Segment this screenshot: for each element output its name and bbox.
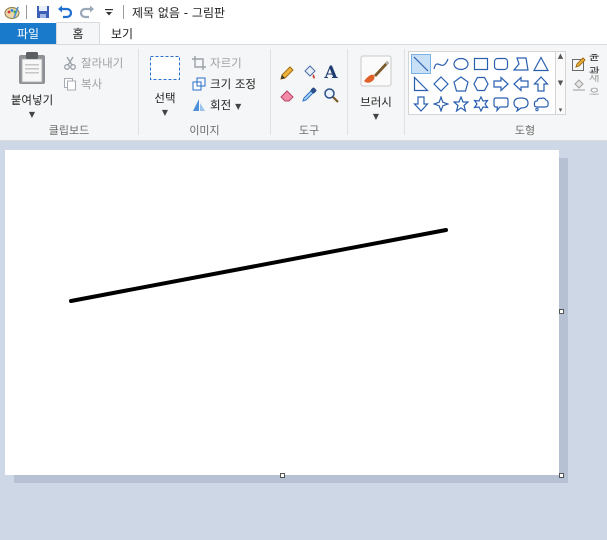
canvas-drawing	[69, 228, 448, 303]
image-group-label: 이미지	[189, 124, 220, 137]
resize-handle-corner[interactable]	[559, 473, 564, 478]
canvas-workspace	[0, 141, 607, 540]
pentagon-shape-icon[interactable]	[451, 74, 471, 94]
redo-icon[interactable]	[77, 2, 97, 22]
text-tool-icon[interactable]: A	[321, 63, 341, 83]
hexagon-shape-icon[interactable]	[471, 74, 491, 94]
chevron-down-icon: ▼	[372, 112, 380, 121]
outline-label: 윤곽	[589, 54, 600, 74]
quick-access-toolbar	[0, 0, 128, 24]
crop-icon	[191, 55, 207, 71]
fill-bucket-icon[interactable]	[299, 63, 319, 83]
gallery-expand-icon[interactable]: ▾	[559, 106, 563, 114]
tools-group: A 도구	[271, 45, 347, 141]
drawing-canvas[interactable]	[5, 150, 559, 475]
copy-label: 복사	[81, 77, 103, 91]
rounded-callout-icon[interactable]	[491, 94, 511, 114]
copy-button[interactable]: 복사	[62, 74, 102, 94]
rotate-button[interactable]: 회전 ▼	[191, 95, 241, 115]
brush-icon	[360, 55, 392, 90]
right-triangle-shape-icon[interactable]	[411, 74, 431, 94]
magnifier-icon[interactable]	[321, 85, 341, 105]
up-arrow-shape-icon[interactable]	[531, 74, 551, 94]
cloud-callout-icon[interactable]	[531, 94, 551, 114]
triangle-shape-icon[interactable]	[531, 54, 551, 74]
resize-handle-bottom[interactable]	[280, 473, 285, 478]
rotate-icon	[191, 97, 207, 113]
scroll-up-icon[interactable]: ▲	[558, 52, 563, 60]
fill-button[interactable]: 채우	[572, 75, 607, 95]
cut-label: 잘라내기	[81, 56, 124, 70]
resize-icon	[191, 76, 207, 92]
select-label: 선택	[154, 91, 176, 105]
four-point-star-icon[interactable]	[431, 94, 451, 114]
ribbon-tabs: 파일 홈 보기	[0, 22, 607, 45]
divider	[123, 5, 124, 19]
undo-icon[interactable]	[55, 2, 75, 22]
fill-label: 채우	[589, 75, 600, 95]
curve-shape-icon[interactable]	[431, 54, 451, 74]
brushes-label: 브러시	[360, 95, 392, 109]
clipboard-group: 붙여넣기 ▼ 잘라내기 복사 클립보드	[0, 45, 138, 141]
line-shape-icon[interactable]	[411, 54, 431, 74]
oval-callout-icon[interactable]	[511, 94, 531, 114]
paste-button[interactable]: 붙여넣기 ▼	[6, 51, 58, 119]
selection-icon	[149, 55, 181, 84]
tab-file[interactable]: 파일	[0, 23, 56, 44]
gallery-scrollbar[interactable]: ▲ ▼ ▾	[555, 52, 565, 114]
crop-label: 자르기	[210, 56, 242, 70]
chevron-down-icon: ▼	[235, 101, 242, 111]
brushes-button[interactable]: 브러시 ▼	[356, 55, 396, 121]
oval-shape-icon[interactable]	[451, 54, 471, 74]
rounded-rectangle-shape-icon[interactable]	[491, 54, 511, 74]
paste-label: 붙여넣기	[10, 93, 54, 107]
chevron-down-icon: ▼	[28, 110, 36, 119]
pencil-icon[interactable]	[277, 63, 297, 83]
drawn-line	[69, 228, 448, 303]
brushes-group: 브러시 ▼	[348, 45, 404, 141]
color-picker-icon[interactable]	[299, 85, 319, 105]
ribbon: 붙여넣기 ▼ 잘라내기 복사 클립보드 선택 ▼ 자르기 크기 조정 회전 ▼ …	[0, 45, 607, 141]
window-title: 제목 없음 - 그림판	[132, 5, 226, 20]
tab-home[interactable]: 홈	[56, 22, 100, 44]
paste-icon	[16, 51, 48, 88]
tab-view[interactable]: 보기	[100, 23, 144, 44]
shapes-group-label: 도형	[514, 124, 536, 137]
cut-button[interactable]: 잘라내기	[62, 53, 123, 73]
diamond-shape-icon[interactable]	[431, 74, 451, 94]
resize-label: 크기 조정	[210, 77, 256, 91]
eraser-icon[interactable]	[277, 85, 297, 105]
six-point-star-icon[interactable]	[471, 94, 491, 114]
customize-dropdown-icon[interactable]	[99, 2, 119, 22]
select-button[interactable]: 선택 ▼	[145, 55, 185, 117]
save-icon[interactable]	[33, 2, 53, 22]
resize-button[interactable]: 크기 조정	[191, 74, 256, 94]
crop-button[interactable]: 자르기	[191, 53, 242, 73]
copy-icon	[62, 76, 78, 92]
down-arrow-shape-icon[interactable]	[411, 94, 431, 114]
clipboard-group-label: 클립보드	[48, 124, 90, 137]
five-point-star-icon[interactable]	[451, 94, 471, 114]
polygon-shape-icon[interactable]	[511, 54, 531, 74]
tools-group-label: 도구	[298, 124, 320, 137]
left-arrow-shape-icon[interactable]	[511, 74, 531, 94]
title-bar: 제목 없음 - 그림판	[0, 0, 607, 24]
paint-app-icon[interactable]	[2, 2, 22, 22]
chevron-down-icon: ▼	[161, 108, 169, 117]
divider	[26, 5, 27, 19]
scissors-icon	[62, 55, 78, 71]
shapes-gallery: ▲ ▼ ▾	[408, 51, 566, 115]
resize-handle-right[interactable]	[559, 309, 564, 314]
right-arrow-shape-icon[interactable]	[491, 74, 511, 94]
image-group: 선택 ▼ 자르기 크기 조정 회전 ▼ 이미지	[139, 45, 270, 141]
outline-pen-icon	[572, 56, 586, 72]
outline-button[interactable]: 윤곽	[572, 54, 607, 74]
rectangle-shape-icon[interactable]	[471, 54, 491, 74]
fill-icon	[572, 77, 586, 93]
scroll-down-icon[interactable]: ▼	[558, 79, 563, 87]
rotate-label: 회전	[210, 98, 232, 112]
